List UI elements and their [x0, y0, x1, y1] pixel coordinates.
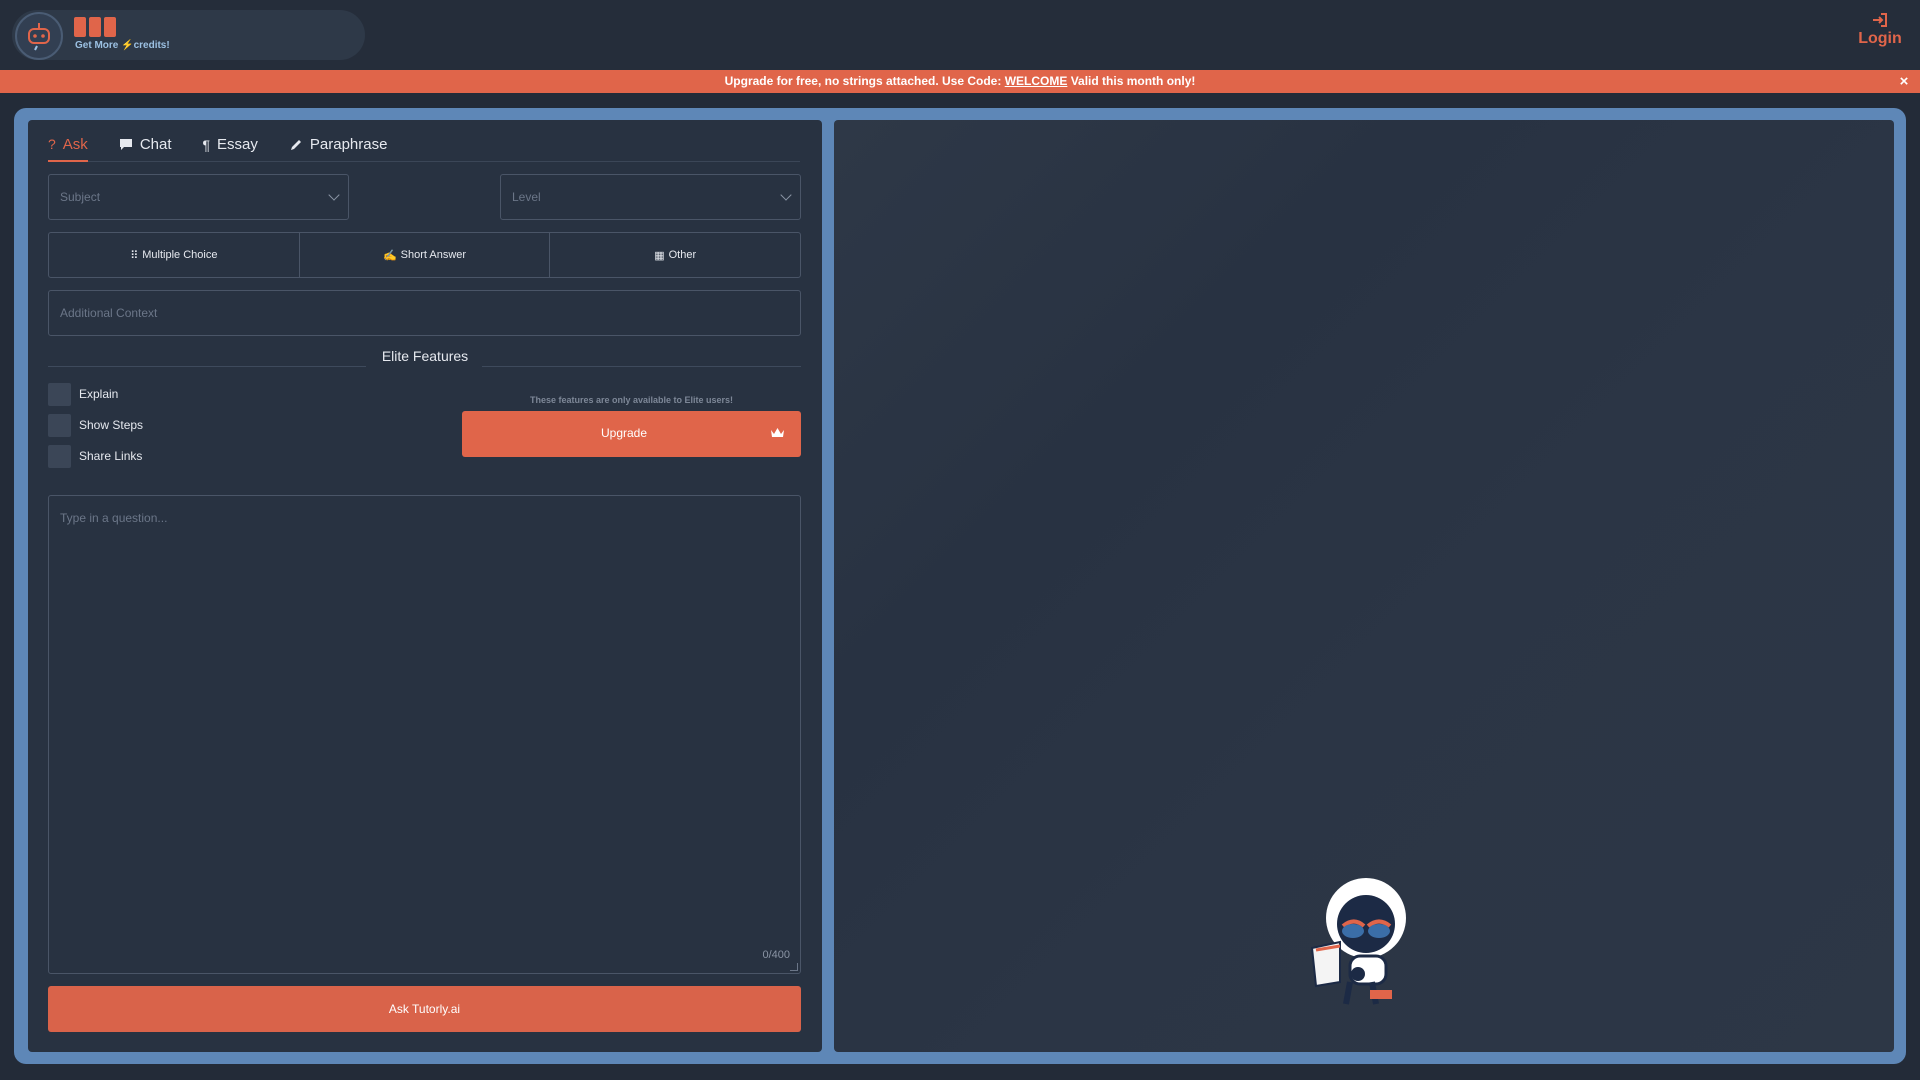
elite-note: These features are only available to Eli… — [529, 395, 734, 405]
chat-bubble-icon — [119, 139, 132, 150]
chevron-down-icon — [780, 189, 792, 201]
level-select[interactable]: Level — [500, 174, 801, 220]
credit-meter — [74, 17, 116, 37]
banner-close-button[interactable]: × — [1896, 70, 1912, 93]
get-more-label: Get More — [75, 40, 119, 51]
promo-code[interactable]: WELCOME — [1005, 74, 1068, 88]
tab-chat[interactable]: Chat — [119, 128, 172, 161]
divider — [48, 366, 366, 367]
show-steps-checkbox[interactable] — [48, 414, 71, 437]
resize-handle[interactable] — [790, 963, 798, 971]
multiple-choice-button[interactable]: ⠿ Multiple Choice — [49, 233, 300, 277]
crown-icon — [771, 428, 784, 437]
banner-text-before: Upgrade for free, no strings attached. U… — [724, 74, 1002, 88]
share-links-checkbox[interactable] — [48, 445, 71, 468]
ask-button[interactable]: Ask Tutorly.ai — [48, 986, 801, 1032]
short-answer-button[interactable]: ✍ Short Answer — [300, 233, 551, 277]
other-button[interactable]: ▦ Other — [550, 233, 800, 277]
credits-suffix: credits! — [133, 40, 170, 51]
upgrade-button[interactable]: Upgrade — [462, 411, 801, 457]
question-input[interactable]: Type in a question... 0/400 — [48, 495, 801, 974]
upgrade-label: Upgrade — [600, 426, 648, 440]
mode-tabs: ? Ask Chat ¶ Essay Paraphrase — [48, 128, 800, 162]
sign-in-icon — [1873, 13, 1887, 27]
explain-label: Explain — [79, 387, 119, 401]
question-icon: ? — [48, 136, 56, 152]
top-bar: Get More ⚡credits! Login — [0, 0, 1920, 70]
tab-ask-label: Ask — [62, 135, 88, 153]
divider — [482, 366, 801, 367]
promo-banner: Upgrade for free, no strings attached. U… — [0, 70, 1920, 93]
app-logo[interactable] — [15, 12, 63, 60]
credit-bar — [104, 17, 116, 37]
share-links-label: Share Links — [79, 449, 143, 463]
reading-robot-mascot — [1310, 878, 1406, 1005]
credits-widget[interactable]: Get More ⚡credits! — [12, 10, 365, 60]
chevron-down-icon — [328, 189, 340, 201]
explain-checkbox[interactable] — [48, 383, 71, 406]
grid-icon: ⠿ — [130, 249, 139, 262]
login-button[interactable]: Login — [1856, 12, 1904, 48]
lightning-icon: ⚡ — [121, 40, 134, 51]
character-count: 0/400 — [762, 949, 790, 961]
elite-features-heading: Elite Features — [381, 348, 469, 364]
dots-grid-icon: ▦ — [654, 249, 665, 262]
robot-logo-icon — [28, 23, 50, 51]
additional-context-input[interactable]: Additional Context — [48, 290, 801, 336]
show-steps-label: Show Steps — [79, 418, 144, 432]
paragraph-icon: ¶ — [202, 136, 211, 153]
subject-placeholder: Subject — [60, 190, 101, 204]
other-label: Other — [668, 249, 697, 261]
context-placeholder: Additional Context — [60, 306, 158, 320]
credit-bar — [89, 17, 101, 37]
tab-essay[interactable]: ¶ Essay — [203, 128, 258, 161]
get-more-credits-link[interactable]: Get More ⚡credits! — [75, 40, 170, 51]
tab-paraphrase-label: Paraphrase — [309, 136, 388, 153]
tab-essay-label: Essay — [217, 136, 258, 153]
tab-chat-label: Chat — [139, 136, 172, 153]
tab-paraphrase[interactable]: Paraphrase — [289, 128, 388, 161]
login-label: Login — [1858, 30, 1902, 47]
pencil-icon — [290, 139, 301, 150]
multiple-choice-label: Multiple Choice — [142, 249, 218, 261]
short-answer-label: Short Answer — [400, 249, 467, 261]
question-placeholder: Type in a question... — [60, 511, 168, 525]
subject-select[interactable]: Subject — [48, 174, 349, 220]
level-placeholder: Level — [512, 190, 541, 204]
banner-text-after: Valid this month only! — [1070, 74, 1196, 88]
answer-type-group: ⠿ Multiple Choice ✍ Short Answer ▦ Other — [48, 232, 801, 278]
tab-ask[interactable]: ? Ask — [48, 128, 88, 162]
signature-icon: ✍ — [382, 249, 397, 262]
credit-bar — [74, 17, 86, 37]
